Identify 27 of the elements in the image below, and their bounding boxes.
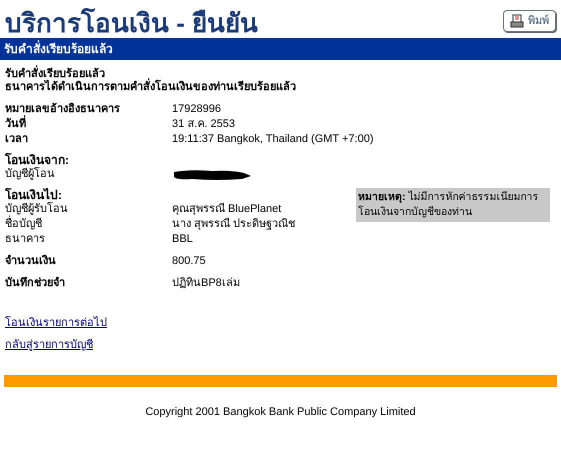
nav-link[interactable]: โอนเงินรายการต่อไป [5,315,107,332]
field-value: 17928996 [172,102,221,118]
page-title: บริการโอนเงิน - ยืนยัน [5,8,258,38]
field-label: บัญชีผู้รับโอน [5,201,69,216]
field-label: ธนาคาร [5,232,46,248]
field-value: ปฏิทินBP8เล่ม [172,276,240,292]
field-label: บัญชีผู้โอน [5,166,56,182]
field-label: วันที่ [5,116,172,133]
header-text: รับคำสั่งเรียบร้อยแล้ว [4,40,113,58]
field-label: จำนวนเงิน [5,254,57,270]
field-label: หมายเลขอ้างอิงธนาคาร [5,102,121,116]
field-label: เวลา [5,132,29,148]
field-value: คุณสุพรรณี BluePlanet [172,202,282,218]
field-value: 800.75 [172,254,206,270]
section-heading: โอนเงินไป: [5,186,62,202]
nav-link[interactable]: กลับสู่รายการบัญชี [5,336,93,353]
field-value: BBL [172,232,193,248]
print-button[interactable]: พิมพ์ [503,10,556,32]
field-value: 19:11:37 Bangkok, Thailand (GMT +7:00) [172,132,374,148]
field-label: บันทึกช่วยจำ [5,276,66,292]
section-heading: โอนเงินจาก: [5,152,69,167]
note-text: หมายเหตุ: ไม่มีการหักค่าธรรมเนียมการโอนเงินจากบัญชีของท่าน [358,190,540,220]
field-label: ชื่อบัญชี [5,216,172,233]
printer-icon [510,14,524,28]
copyright-text: Copyright 2001 Bangkok Bank Public Company Limited [145,406,416,418]
field-value: 31 ส.ค. 2553 [172,117,235,132]
field-value: นาง สุพรรณี ประดิษฐวณิช [172,216,296,232]
